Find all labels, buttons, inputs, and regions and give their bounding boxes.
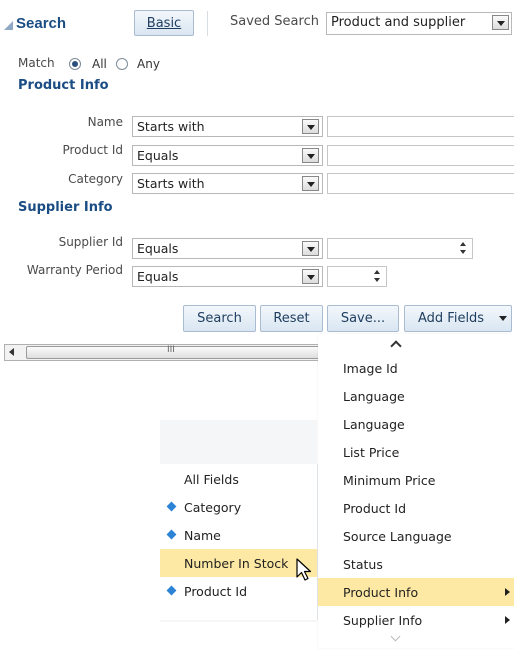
chevron-down-icon (499, 316, 507, 321)
name-value-input[interactable] (327, 116, 514, 137)
submenu-item-product-id[interactable]: Product Id (160, 577, 317, 605)
category-operator-select[interactable]: Starts with (132, 173, 323, 194)
product-id-label: Product Id (62, 143, 123, 157)
search-header[interactable]: Search (4, 10, 66, 36)
product-id-operator-select[interactable]: Equals (132, 145, 323, 166)
chevron-down-icon[interactable] (302, 119, 319, 134)
submenu-item-name[interactable]: Name (160, 521, 317, 549)
warranty-period-label: Warranty Period (26, 263, 123, 277)
supplier-id-label: Supplier Id (58, 235, 123, 249)
menu-item-minimum-price[interactable]: Minimum Price (318, 466, 514, 494)
submenu-item-label: All Fields (184, 471, 239, 487)
spinner-icon[interactable] (372, 269, 384, 284)
menu-item-list-price[interactable]: List Price (318, 438, 514, 466)
menu-item-product-info[interactable]: Product Info (318, 578, 514, 606)
menu-item-label: Source Language (343, 528, 452, 544)
chevron-down-icon[interactable] (492, 15, 509, 30)
add-fields-button[interactable]: Add Fields (404, 305, 512, 332)
submenu-item-label: Category (184, 499, 242, 515)
warranty-period-number-input[interactable] (327, 266, 387, 287)
header-divider (207, 11, 208, 36)
product-id-operator-value: Equals (137, 148, 179, 163)
menu-item-image-id[interactable]: Image Id (318, 354, 514, 382)
menu-item-status[interactable]: Status (318, 550, 514, 578)
category-operator-value: Starts with (137, 176, 205, 191)
menu-item-label: Minimum Price (343, 472, 436, 488)
submenu-item-label: Name (184, 527, 221, 543)
menu-item-supplier-info[interactable]: Supplier Info (318, 606, 514, 634)
mouse-pointer-icon (296, 558, 312, 581)
match-all-label: All (92, 57, 107, 71)
chevron-down-icon[interactable] (302, 148, 319, 163)
menu-item-label: Supplier Info (343, 612, 423, 628)
menu-item-label: List Price (343, 444, 400, 460)
name-operator-value: Starts with (137, 119, 205, 134)
menu-item-label: Language (343, 416, 405, 432)
menu-item-source-language[interactable]: Source Language (318, 522, 514, 550)
menu-item-label: Image Id (343, 360, 398, 376)
warranty-period-operator-value: Equals (137, 269, 179, 284)
selected-diamond-icon (166, 529, 177, 540)
supplier-id-operator-value: Equals (137, 241, 179, 256)
submenu-item-number-in-stock[interactable]: Number In Stock (160, 549, 317, 577)
warranty-period-operator-select[interactable]: Equals (132, 266, 323, 287)
reset-button[interactable]: Reset (260, 305, 323, 332)
chevron-down-icon[interactable] (302, 269, 319, 284)
match-label: Match (18, 56, 55, 70)
save-button[interactable]: Save... (327, 305, 399, 332)
basic-button[interactable]: Basic (134, 10, 194, 36)
supplier-info-heading: Supplier Info (18, 200, 113, 215)
product-id-value-input[interactable] (327, 145, 514, 166)
saved-search-label: Saved Search (230, 14, 319, 29)
submenu-arrow-icon (505, 616, 510, 624)
menu-item-label: Status (343, 556, 383, 572)
menu-item-label: Language (343, 388, 405, 404)
scrollbar-grip: III (167, 345, 175, 355)
chevron-down-icon[interactable] (302, 176, 319, 191)
add-fields-menu: Image Id Language Language List Price Mi… (318, 334, 514, 648)
category-label: Category (68, 172, 123, 186)
page-title: Search (16, 14, 67, 32)
match-all-radio[interactable] (69, 58, 81, 70)
name-label: Name (87, 115, 123, 129)
menu-item-product-id[interactable]: Product Id (318, 494, 514, 522)
menu-item-label: Product Info (343, 584, 419, 600)
supplier-id-operator-select[interactable]: Equals (132, 238, 323, 259)
name-operator-select[interactable]: Starts with (132, 116, 323, 137)
match-any-label: Any (137, 57, 160, 71)
supplier-id-number-input[interactable] (327, 238, 473, 259)
scroll-left-icon[interactable] (9, 348, 14, 356)
saved-search-value: Product and supplier (331, 15, 466, 30)
product-info-heading: Product Info (18, 78, 109, 93)
product-info-submenu: All Fields Category Name Number In Stock… (160, 420, 318, 622)
submenu-arrow-icon (505, 588, 510, 596)
selected-diamond-icon (166, 501, 177, 512)
add-fields-label: Add Fields (418, 311, 485, 326)
search-button[interactable]: Search (183, 305, 256, 332)
menu-item-label: Product Id (343, 500, 407, 516)
submenu-item-all-fields[interactable]: All Fields (160, 465, 317, 493)
match-any-radio[interactable] (116, 58, 128, 70)
horizontal-scrollbar[interactable]: III (4, 344, 324, 361)
saved-search-select[interactable]: Product and supplier (326, 12, 512, 35)
spinner-icon[interactable] (458, 241, 470, 256)
submenu-item-label: Number In Stock (184, 555, 289, 571)
menu-item-language-2[interactable]: Language (318, 410, 514, 438)
scrollbar-thumb[interactable]: III (26, 345, 323, 359)
collapse-triangle-icon[interactable] (4, 20, 13, 30)
scroll-up-icon[interactable] (390, 340, 402, 352)
selected-diamond-icon (166, 585, 177, 596)
submenu-item-category[interactable]: Category (160, 493, 317, 521)
submenu-item-label: Product Id (184, 583, 248, 599)
menu-item-language[interactable]: Language (318, 382, 514, 410)
category-value-input[interactable] (327, 173, 514, 194)
chevron-down-icon[interactable] (302, 241, 319, 256)
